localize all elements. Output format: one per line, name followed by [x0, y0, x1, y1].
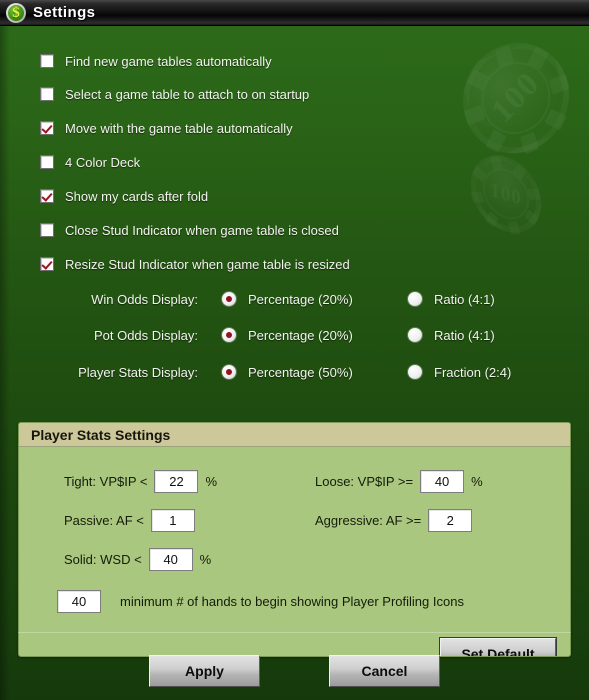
radio-option-label: Percentage (20%)	[248, 291, 353, 307]
radio-icon[interactable]	[408, 365, 422, 379]
checkbox-label: Move with the game table automatically	[65, 120, 293, 136]
checkbox-row-find-new-tables[interactable]: Find new game tables automatically	[40, 52, 272, 70]
apply-button[interactable]: Apply	[149, 655, 260, 687]
field-label: Loose: VP$IP >=	[315, 473, 414, 489]
checkbox-find-new-tables[interactable]	[40, 54, 54, 68]
checkbox-row-select-table-startup[interactable]: Select a game table to attach to on star…	[40, 85, 309, 103]
dollar-chip-icon: $	[6, 2, 26, 23]
field-solid: Solid: WSD < %	[64, 547, 211, 571]
checkbox-select-table-startup[interactable]	[40, 87, 54, 101]
field-passive: Passive: AF <	[64, 508, 202, 532]
checkbox-row-close-stud-indicator[interactable]: Close Stud Indicator when game table is …	[40, 221, 339, 239]
field-unit: %	[471, 473, 483, 489]
cancel-button[interactable]: Cancel	[329, 655, 440, 687]
panel-header: Player Stats Settings	[19, 423, 570, 447]
checkbox-close-stud-indicator[interactable]	[40, 223, 54, 237]
checkbox-row-move-with-table[interactable]: Move with the game table automatically	[40, 119, 293, 137]
title-bar: $ Settings	[0, 0, 589, 26]
footer-bar: Apply Cancel	[0, 632, 589, 700]
radio-icon[interactable]	[222, 365, 236, 379]
checkbox-row-resize-stud-indicator[interactable]: Resize Stud Indicator when game table is…	[40, 255, 350, 273]
panel-title: Player Stats Settings	[31, 426, 171, 443]
radio-icon[interactable]	[408, 328, 422, 342]
poker-chip-watermark-small: 100	[458, 139, 554, 249]
checkbox-row-4-color-deck[interactable]: 4 Color Deck	[40, 153, 140, 171]
radio-icon[interactable]	[408, 292, 422, 306]
radio-group-label: Player Stats Display:	[78, 364, 198, 380]
checkbox-label: Find new game tables automatically	[65, 53, 272, 69]
min-hands-label: minimum # of hands to begin showing Play…	[120, 593, 464, 609]
checkbox-move-with-table[interactable]	[40, 121, 54, 135]
window-title: Settings	[33, 4, 96, 21]
radio-group-label: Win Odds Display:	[91, 291, 198, 307]
field-aggressive: Aggressive: AF >=	[315, 508, 479, 532]
radio-option-win-odds-percentage[interactable]: Percentage (20%)	[222, 292, 408, 307]
radio-option-label: Fraction (2:4)	[434, 364, 512, 380]
checkbox-row-show-cards-after-fold[interactable]: Show my cards after fold	[40, 187, 208, 205]
checkbox-label: Show my cards after fold	[65, 188, 209, 204]
radio-option-label: Percentage (50%)	[248, 364, 353, 380]
aggressive-af-input[interactable]	[428, 508, 473, 532]
checkbox-label: Resize Stud Indicator when game table is…	[65, 256, 350, 272]
radio-option-player-stats-percentage[interactable]: Percentage (50%)	[222, 365, 408, 380]
radio-option-label: Ratio (4:1)	[434, 291, 495, 307]
field-label: Solid: WSD <	[64, 551, 142, 567]
radio-option-label: Percentage (20%)	[248, 327, 353, 343]
radio-group-win-odds: Win Odds Display: Percentage (20%) Ratio…	[40, 289, 560, 309]
checkbox-resize-stud-indicator[interactable]	[40, 257, 54, 271]
field-unit: %	[199, 551, 212, 567]
checkbox-label: 4 Color Deck	[65, 154, 141, 170]
field-loose: Loose: VP$IP >= %	[315, 469, 483, 493]
field-label: Aggressive: AF >=	[315, 512, 422, 528]
field-min-hands: minimum # of hands to begin showing Play…	[57, 589, 464, 613]
player-stats-settings-panel: Player Stats Settings Tight: VP$IP < % L…	[18, 422, 571, 657]
radio-option-player-stats-fraction[interactable]: Fraction (2:4)	[408, 365, 511, 380]
poker-chip-watermark-large: 100	[450, 27, 582, 169]
radio-icon[interactable]	[222, 292, 236, 306]
radio-option-win-odds-ratio[interactable]: Ratio (4:1)	[408, 292, 495, 307]
passive-af-input[interactable]	[150, 508, 195, 532]
checkbox-4-color-deck[interactable]	[40, 155, 54, 169]
settings-body: 100 100 Find new game tables automatical…	[0, 26, 589, 700]
tight-vpip-input[interactable]	[154, 469, 199, 493]
radio-group-player-stats: Player Stats Display: Percentage (50%) F…	[40, 362, 560, 382]
field-label: Tight: VP$IP <	[64, 473, 148, 489]
radio-option-pot-odds-percentage[interactable]: Percentage (20%)	[222, 328, 408, 343]
footer-divider	[18, 632, 571, 633]
checkbox-label: Select a game table to attach to on star…	[65, 86, 310, 102]
chip-value-label: 100	[484, 65, 547, 130]
solid-wsd-input[interactable]	[148, 547, 193, 571]
checkbox-label: Close Stud Indicator when game table is …	[65, 222, 339, 238]
radio-group-label: Pot Odds Display:	[93, 327, 198, 343]
settings-window: $ Settings 100 100 Find new game tables …	[0, 0, 589, 700]
checkbox-show-cards-after-fold[interactable]	[40, 189, 54, 203]
radio-icon[interactable]	[222, 328, 236, 342]
panel-body: Tight: VP$IP < % Loose: VP$IP >= % Passi…	[19, 447, 570, 656]
chip-value-label: 100	[490, 177, 522, 210]
radio-option-label: Ratio (4:1)	[434, 327, 495, 343]
min-hands-input[interactable]	[57, 589, 101, 613]
field-unit: %	[205, 473, 218, 489]
field-label: Passive: AF <	[64, 512, 144, 528]
radio-option-pot-odds-ratio[interactable]: Ratio (4:1)	[408, 328, 495, 343]
loose-vpip-input[interactable]	[420, 469, 465, 493]
field-tight: Tight: VP$IP < %	[64, 469, 217, 493]
radio-group-pot-odds: Pot Odds Display: Percentage (20%) Ratio…	[40, 325, 560, 345]
